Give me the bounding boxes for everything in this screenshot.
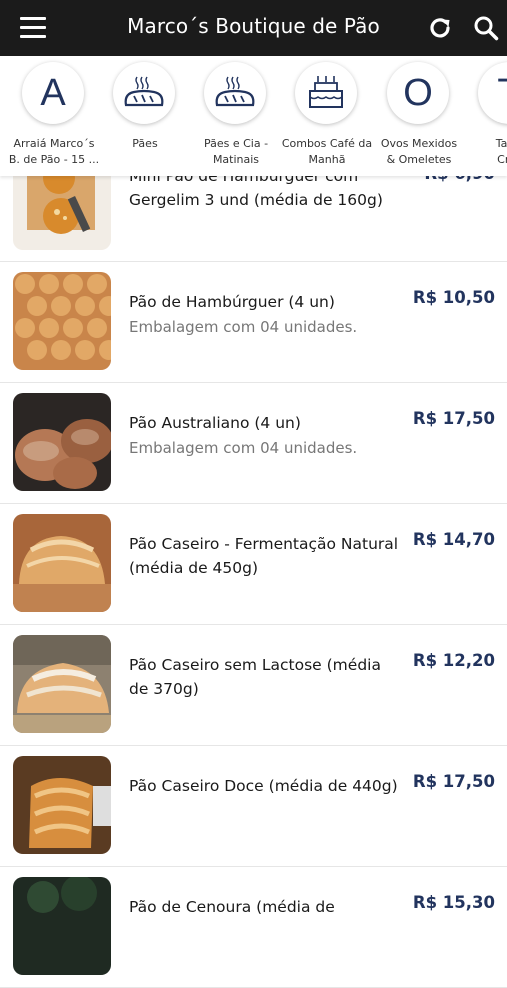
- product-price: R$ 17,50: [412, 409, 495, 428]
- category-label: Arraiá Marco´s: [13, 137, 95, 150]
- product-row[interactable]: Pão de Cenoura (média de R$ 15,30: [0, 867, 507, 988]
- category-label: Manhã: [308, 153, 346, 166]
- bread-icon: [204, 62, 266, 124]
- product-image: [13, 393, 111, 491]
- product-row[interactable]: Pão Caseiro sem Lactose (média de 370g) …: [0, 625, 507, 746]
- category-item[interactable]: T Tapio Crep: [464, 56, 507, 176]
- product-name: Pão Australiano (4 un): [129, 414, 301, 432]
- product-row[interactable]: Pão Caseiro Doce (média de 440g) R$ 17,5…: [0, 746, 507, 867]
- category-avatar: A: [22, 62, 84, 124]
- refresh-icon[interactable]: [427, 15, 453, 41]
- category-label: Matinais: [212, 153, 260, 166]
- product-image: [13, 635, 111, 733]
- category-item[interactable]: Pães e Cia - Matinais: [190, 56, 282, 176]
- category-label: Crep: [497, 153, 507, 166]
- product-description: Embalagem com 04 unidades.: [129, 439, 358, 457]
- category-item[interactable]: O Ovos Mexidos & Omeletes: [373, 56, 465, 176]
- product-image: [13, 756, 111, 854]
- product-price: R$ 10,50: [412, 288, 495, 307]
- category-label: Ovos Mexidos: [380, 137, 458, 150]
- product-row[interactable]: Pão Australiano (4 un) Embalagem com 04 …: [0, 383, 507, 504]
- search-icon[interactable]: [473, 15, 499, 41]
- product-image: [13, 877, 111, 975]
- product-row[interactable]: Pão de Hambúrguer (4 un) Embalagem com 0…: [0, 262, 507, 383]
- category-label: Pães: [132, 137, 158, 150]
- cake-icon: [295, 62, 357, 124]
- product-name: Pão Caseiro - Fermentação Natural (média…: [129, 535, 399, 577]
- category-label: Tapio: [495, 137, 507, 150]
- product-row[interactable]: Pão Caseiro - Fermentação Natural (média…: [0, 504, 507, 625]
- product-list: Mini Pão de Hamburguer com Gergelim 3 un…: [0, 130, 507, 988]
- category-label: & Omeletes: [386, 153, 452, 166]
- product-name: Pão de Hambúrguer (4 un): [129, 293, 335, 311]
- product-image: [13, 272, 111, 370]
- category-avatar: T: [478, 62, 507, 124]
- category-label: Combos Café da: [281, 137, 373, 150]
- product-price: R$ 12,20: [412, 651, 495, 670]
- product-image: [13, 514, 111, 612]
- product-price: R$ 17,50: [412, 772, 495, 791]
- category-avatar: O: [387, 62, 449, 124]
- category-strip[interactable]: A Arraiá Marco´s B. de Pão - 15 ... Pães: [0, 56, 507, 176]
- bread-icon: [113, 62, 175, 124]
- product-price: R$ 15,30: [412, 893, 495, 912]
- category-item[interactable]: A Arraiá Marco´s B. de Pão - 15 ...: [8, 56, 100, 176]
- product-name: Pão de Cenoura (média de: [129, 898, 335, 916]
- product-price: R$ 14,70: [412, 530, 495, 549]
- product-name: Pão Caseiro sem Lactose (média de 370g): [129, 656, 381, 698]
- app-header: Marco´s Boutique de Pão: [0, 0, 507, 56]
- category-item[interactable]: Combos Café da Manhã: [281, 56, 373, 176]
- category-item[interactable]: Pães: [99, 56, 191, 176]
- product-description: Embalagem com 04 unidades.: [129, 318, 358, 336]
- category-label: B. de Pão - 15 ...: [8, 153, 100, 166]
- category-label: Pães e Cia -: [203, 137, 269, 150]
- product-name: Pão Caseiro Doce (média de 440g): [129, 777, 398, 795]
